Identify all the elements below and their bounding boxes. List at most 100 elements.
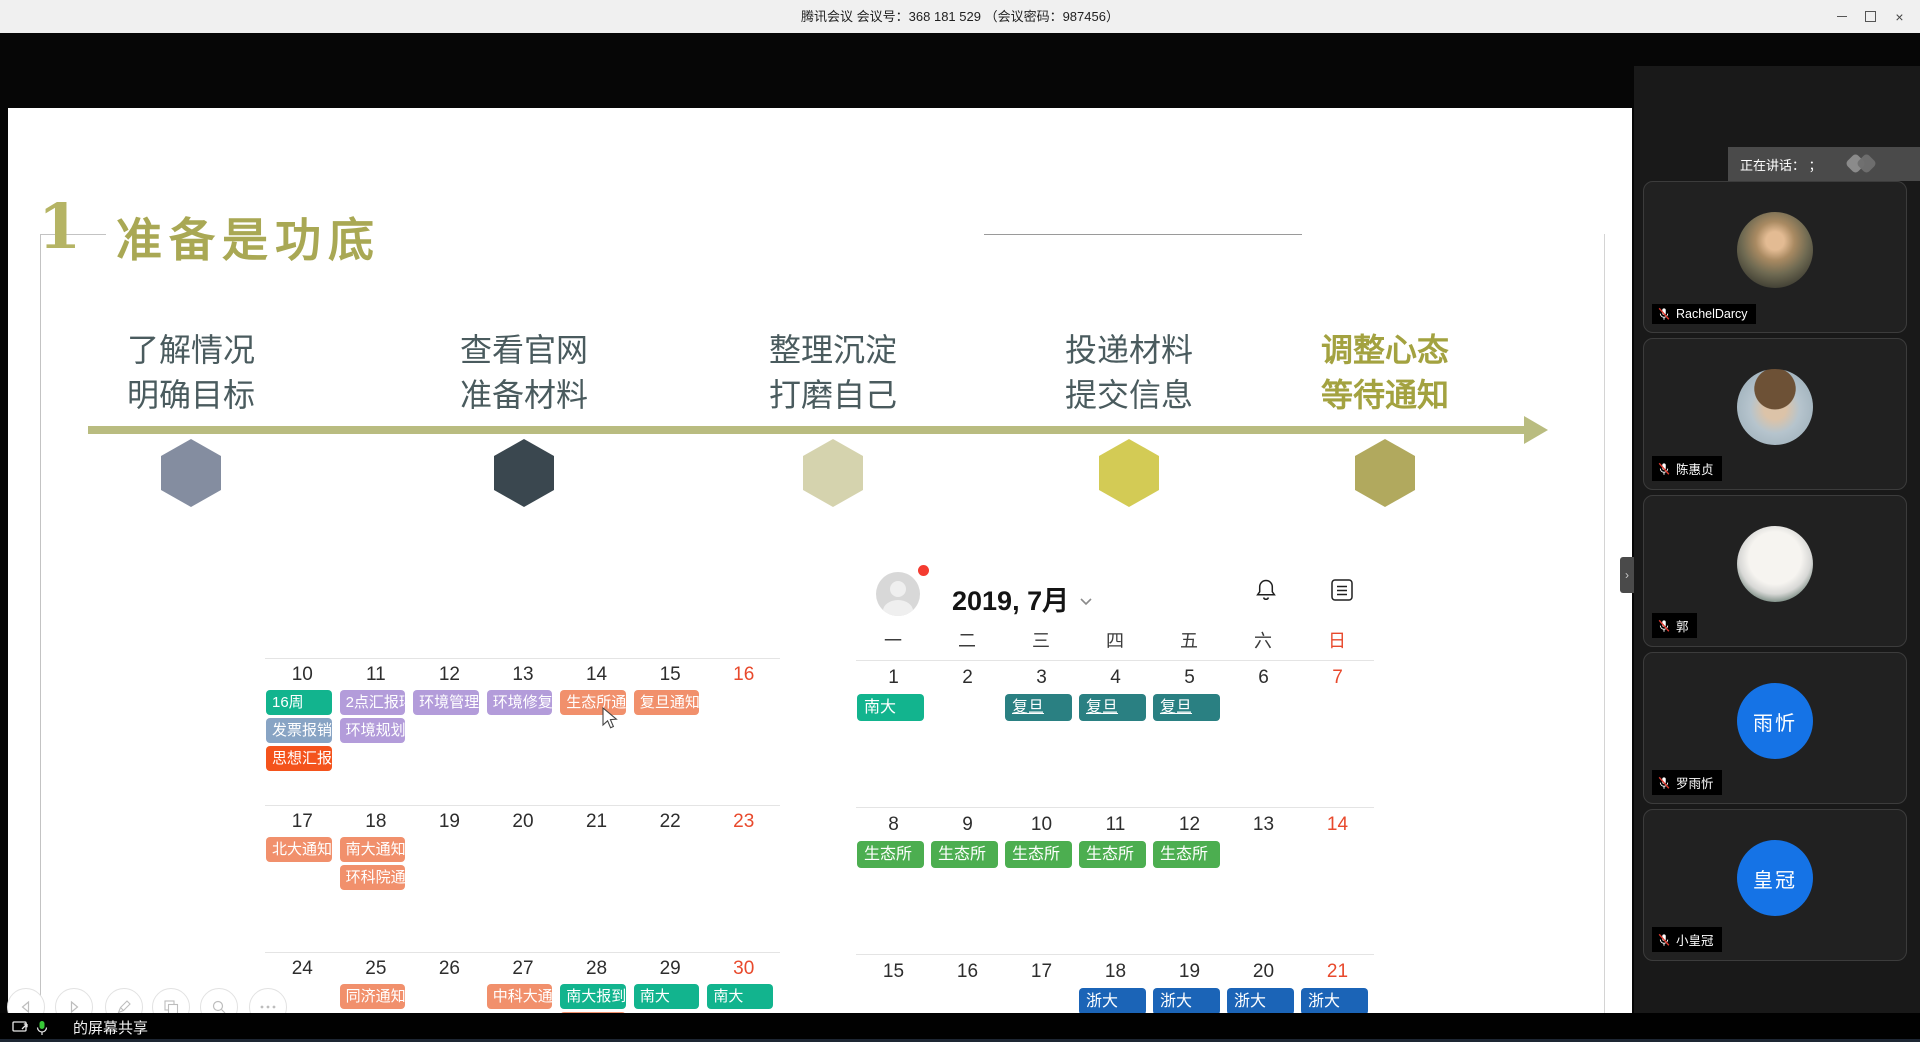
calendar-day-cell: 21 bbox=[559, 806, 633, 891]
event-pill[interactable]: 南大 bbox=[707, 984, 773, 1009]
speaking-label: 正在讲话： ； bbox=[1740, 155, 1822, 174]
slide-frame-right bbox=[1604, 234, 1605, 1042]
event-pill[interactable]: 复旦 bbox=[1005, 694, 1072, 721]
muted-mic-icon bbox=[1657, 776, 1671, 790]
calendar-day-cell: 22 bbox=[633, 806, 707, 891]
event-pill[interactable]: 浙大 bbox=[1301, 988, 1368, 1015]
timeline-hexagon bbox=[803, 439, 863, 507]
participant-tile[interactable]: 陈惠贞 bbox=[1643, 338, 1907, 490]
bell-icon[interactable] bbox=[1252, 576, 1280, 604]
day-number: 18 bbox=[1079, 955, 1152, 984]
event-pill[interactable]: 复旦 bbox=[1153, 694, 1220, 721]
calendar-month-dropdown[interactable]: 2019, 7月 bbox=[952, 579, 1093, 618]
participant-tile[interactable]: 皇冠小皇冠 bbox=[1643, 809, 1907, 961]
event-pill[interactable]: 北大通知 bbox=[266, 837, 332, 862]
maximize-icon bbox=[1865, 11, 1876, 22]
event-pill[interactable]: 生态所 bbox=[931, 841, 998, 868]
window-titlebar[interactable]: 腾讯会议 会议号：368 181 529 （会议密码：987456） × bbox=[0, 0, 1920, 34]
calendar-day-cell: 10生态所 bbox=[1004, 808, 1078, 869]
event-pill[interactable]: 环境管理: bbox=[413, 690, 479, 715]
day-number: 11 bbox=[1079, 808, 1152, 837]
agenda-list-icon[interactable] bbox=[1328, 576, 1356, 604]
event-pill[interactable]: 发票报销 bbox=[266, 718, 332, 743]
event-pill[interactable]: 环科院通: bbox=[340, 865, 406, 890]
event-pill[interactable]: 浙大 bbox=[1079, 988, 1146, 1015]
participant-name-tag: 陈惠贞 bbox=[1652, 456, 1722, 481]
timeline-hexagon bbox=[161, 439, 221, 507]
event-pill[interactable]: 生态所 bbox=[1005, 841, 1072, 868]
event-pill[interactable]: 中科大通: bbox=[487, 984, 553, 1009]
share-label: 的屏幕共享 bbox=[73, 1017, 148, 1038]
event-pill[interactable]: 生态所 bbox=[857, 841, 924, 868]
day-number: 15 bbox=[634, 659, 707, 687]
day-number: 10 bbox=[266, 659, 339, 687]
muted-mic-icon bbox=[1657, 619, 1671, 633]
event-pill[interactable]: 思想汇报 bbox=[266, 746, 332, 771]
day-number: 3 bbox=[1005, 661, 1078, 690]
event-pill[interactable]: 南大 bbox=[634, 984, 700, 1009]
calendar-day-cell: 4复旦 bbox=[1078, 661, 1152, 722]
participant-name: 陈惠贞 bbox=[1676, 459, 1714, 478]
calendar-day-cell: 7 bbox=[1300, 661, 1374, 722]
calendar-day-cell: 6 bbox=[1226, 661, 1300, 722]
calendar-week-row: 1016周发票报销思想汇报112点汇报环环境规划:12环境管理:13环境修复:1… bbox=[265, 658, 780, 805]
event-pill[interactable]: 环境规划: bbox=[340, 718, 406, 743]
participant-avatar: 皇冠 bbox=[1737, 840, 1813, 916]
event-pill[interactable]: 生态所 bbox=[1153, 841, 1220, 868]
tencent-meeting-window: 腾讯会议 会议号：368 181 529 （会议密码：987456） × 1 准… bbox=[0, 0, 1920, 1042]
day-number: 15 bbox=[857, 955, 930, 984]
event-pill[interactable]: 生态所 bbox=[1079, 841, 1146, 868]
event-pill[interactable]: 16周 bbox=[266, 690, 332, 715]
event-pill[interactable]: 南大报到 bbox=[560, 984, 626, 1009]
event-pill[interactable]: 环境修复: bbox=[487, 690, 553, 715]
weekday-header: 一二三四五六日 bbox=[856, 627, 1374, 660]
calendar-day-cell: 19 bbox=[412, 806, 486, 891]
day-number: 12 bbox=[413, 659, 486, 687]
participant-avatar: 雨忻 bbox=[1737, 683, 1813, 759]
participant-tile[interactable]: 郭 bbox=[1643, 495, 1907, 647]
event-pill[interactable]: 南大 bbox=[857, 694, 924, 721]
weekday-label: 二 bbox=[930, 627, 1004, 660]
participant-tile[interactable]: RachelDarcy bbox=[1643, 181, 1907, 333]
day-number: 30 bbox=[707, 953, 780, 981]
day-number: 14 bbox=[1301, 808, 1374, 837]
day-number: 24 bbox=[266, 953, 339, 981]
timeline-hexagon bbox=[1355, 439, 1415, 507]
weekday-label: 日 bbox=[1300, 627, 1374, 660]
event-pill[interactable]: 复旦 bbox=[1079, 694, 1146, 721]
participant-name: 郭 bbox=[1676, 616, 1689, 635]
calendar-day-cell: 16 bbox=[930, 955, 1004, 1016]
event-pill[interactable]: 同济通知 bbox=[340, 984, 406, 1009]
mic-level-icon bbox=[36, 1020, 48, 1036]
event-pill[interactable]: 2点汇报环 bbox=[340, 690, 406, 715]
close-button[interactable]: × bbox=[1885, 0, 1914, 33]
calendar-weeks: 1南大23复旦4复旦5复旦678生态所9生态所10生态所11生态所12生态所13… bbox=[856, 660, 1374, 1042]
user-avatar[interactable] bbox=[876, 572, 920, 616]
event-pill[interactable]: 浙大 bbox=[1227, 988, 1294, 1015]
slide-section-number: 1 bbox=[38, 196, 81, 258]
calendar-day-cell: 13环境修复: bbox=[486, 659, 560, 772]
weekday-label: 一 bbox=[856, 627, 930, 660]
calendar-day-cell: 112点汇报环环境规划: bbox=[339, 659, 413, 772]
day-number: 20 bbox=[1227, 955, 1300, 984]
day-number: 16 bbox=[931, 955, 1004, 984]
timeline-step-line2: 明确目标 bbox=[71, 373, 311, 418]
weekday-label: 四 bbox=[1078, 627, 1152, 660]
day-number: 16 bbox=[707, 659, 780, 687]
participant-tile[interactable]: 雨忻罗雨忻 bbox=[1643, 652, 1907, 804]
calendar-day-cell: 12 环境管理: bbox=[412, 659, 486, 772]
event-pill[interactable]: 复旦通知 bbox=[634, 690, 700, 715]
event-pill[interactable]: 浙大 bbox=[1153, 988, 1220, 1015]
sidebar-collapse-handle[interactable]: › bbox=[1620, 557, 1634, 593]
day-number: 23 bbox=[707, 806, 780, 834]
day-number: 7 bbox=[1301, 661, 1374, 690]
event-pill[interactable]: 南大通知 bbox=[340, 837, 406, 862]
calendar-month-title: 2019, 7月 bbox=[952, 579, 1069, 618]
maximize-button[interactable] bbox=[1856, 0, 1885, 33]
timeline-step-line1: 查看官网 bbox=[404, 328, 644, 373]
calendar-day-cell: 10 16周发票报销思想汇报 bbox=[265, 659, 339, 772]
minimize-icon bbox=[1837, 16, 1847, 17]
minimize-button[interactable] bbox=[1827, 0, 1856, 33]
calendar-day-cell: 17北大通知 bbox=[265, 806, 339, 891]
muted-mic-icon bbox=[1657, 933, 1671, 947]
